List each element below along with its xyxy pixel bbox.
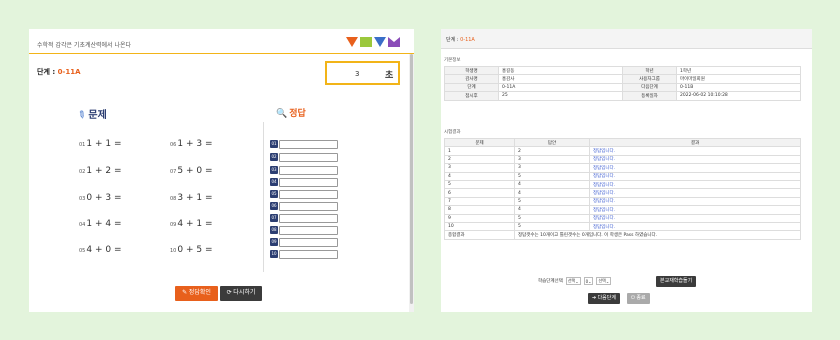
- table-row: 7 5 정답입니다.: [444, 196, 801, 207]
- table-row: 10 5 정답입니다.: [444, 221, 801, 232]
- table-row: 점시후 25 등록일자 2022-06-02 10:10:28: [444, 91, 801, 101]
- problem-item: 021 + 2 =: [79, 166, 122, 176]
- answer-input[interactable]: [279, 214, 338, 223]
- answer-number-badge: 01: [270, 140, 278, 148]
- quiz-panel: 수학적 감각은 기초계산력에서 나온다 단계 : 0-11A 3 초 ✎문제 🔍…: [29, 29, 414, 312]
- answer-number-badge: 03: [270, 166, 278, 174]
- answer-number-badge: 04: [270, 178, 278, 186]
- answer-input[interactable]: [279, 178, 338, 187]
- answer-number-badge: 09: [270, 238, 278, 246]
- problem-item: 054 + 0 =: [79, 245, 122, 255]
- answer-number-badge: 06: [270, 202, 278, 210]
- answer-number-badge: 10: [270, 250, 278, 258]
- next-level-button[interactable]: ➔ 다음단계: [588, 293, 620, 304]
- level-label: 단계 :: [37, 68, 58, 76]
- level-select-2[interactable]: 0 ⌄: [583, 277, 594, 285]
- table-header-row: 문제 답안 결과: [444, 137, 801, 148]
- basic-info-table: 학생명 홍길동 학년 1학년 감사명 홍감사 사용자그룹 마이마일회원 단계 0-11A 다음단…: [444, 65, 801, 101]
- table-row: 3 3 정답입니다.: [444, 163, 801, 173]
- answer-input[interactable]: [279, 202, 338, 211]
- magnifier-icon: 🔍: [276, 109, 288, 119]
- problem-item: 094 + 1 =: [170, 219, 213, 229]
- level-select-label: 학습단계선택: [538, 279, 563, 284]
- result-section-label: 시험결과: [444, 130, 461, 135]
- problem-item: 075 + 0 =: [170, 166, 213, 176]
- answer-number-badge: 08: [270, 226, 278, 234]
- question-heading: ✎문제: [74, 106, 107, 123]
- answer-number-badge: 07: [270, 214, 278, 222]
- problem-item: 100 + 5 =: [170, 245, 213, 255]
- result-panel: 단계 : 0-11A 기본정보 학생명 홍길동 학년 1학년 감사명 홍감사 사용자그룹 마…: [441, 29, 812, 312]
- timer-value: 3: [355, 70, 360, 78]
- table-row: 9 5 정답입니다.: [444, 213, 801, 223]
- level-indicator: 단계 : 0-11A: [37, 67, 81, 77]
- answer-divider: [263, 122, 264, 272]
- pencil-icon: ✎: [74, 108, 88, 123]
- brand-logo: [346, 37, 400, 47]
- basic-info-label: 기본정보: [444, 58, 461, 63]
- summary-row: 종합결과 정답갯수는 10개이고 틀린갯수는 0개입니다. 이 학생은 Pass …: [444, 230, 801, 240]
- table-row: 단계 0-11A 다음단계 0-11B: [444, 82, 801, 93]
- check-answer-button[interactable]: ✎ 정답확인: [175, 286, 218, 301]
- table-row: 8 4 정답입니다.: [444, 205, 801, 215]
- level-select-1[interactable]: 선택 ⌄: [565, 277, 581, 285]
- answer-heading-text: 정답: [289, 109, 306, 119]
- answer-input[interactable]: [279, 250, 338, 259]
- answer-input[interactable]: [279, 226, 338, 235]
- answer-number-badge: 05: [270, 190, 278, 198]
- table-row: 5 4 정답입니다.: [444, 179, 801, 190]
- end-button[interactable]: ⏻ 종료: [627, 293, 650, 304]
- problem-item: 083 + 1 =: [170, 193, 213, 203]
- level-value: 0-11A: [57, 68, 81, 76]
- app-subtitle: 수학적 감각은 기초계산력에서 나온다: [37, 42, 132, 49]
- problem-item: 041 + 4 =: [79, 219, 122, 229]
- result-title: 단계 : 0-11A: [446, 37, 475, 43]
- level-select-3[interactable]: 선택 ⌄: [596, 277, 612, 285]
- retry-button[interactable]: ⟳ 다시하기: [220, 286, 262, 301]
- timer-box: 3 초: [325, 61, 400, 85]
- table-row: 4 5 정답입니다.: [444, 171, 801, 181]
- scrollbar-thumb[interactable]: [410, 54, 413, 304]
- level-select-row: 학습단계선택 선택 ⌄ 0 ⌄ 선택 ⌄: [538, 277, 612, 285]
- problem-item: 030 + 3 =: [79, 193, 122, 203]
- header-bar: 수학적 감각은 기초계산력에서 나온다: [29, 29, 414, 54]
- result-table: 문제 답안 결과 1 2 정답입니다. 2 3 정답입니다. 3 3 정답입니다. 4 5 정답입니…: [444, 137, 801, 240]
- table-row: 6 4 정답입니다.: [444, 188, 801, 198]
- answer-heading: 🔍 정답: [276, 106, 306, 119]
- answer-input[interactable]: [279, 238, 338, 247]
- answer-input[interactable]: [279, 153, 338, 162]
- table-row: 학생명 홍길동 학년 1학년: [444, 65, 801, 76]
- review-textbook-button[interactable]: 본교재학습돌기: [656, 276, 697, 287]
- result-header-bar: 단계 : 0-11A: [441, 29, 812, 49]
- answer-number-badge: 02: [270, 153, 278, 161]
- timer-unit: 초: [385, 71, 394, 81]
- problem-item: 061 + 3 =: [170, 139, 213, 149]
- table-row: 1 2 정답입니다.: [444, 146, 801, 156]
- table-row: 감사명 홍감사 사용자그룹 마이마일회원: [444, 74, 801, 84]
- problem-item: 011 + 1 =: [79, 139, 122, 149]
- scrollbar[interactable]: [409, 54, 414, 312]
- table-row: 2 3 정답입니다.: [444, 154, 801, 165]
- answer-input[interactable]: [279, 190, 338, 199]
- answer-input[interactable]: [279, 166, 338, 175]
- answer-input[interactable]: [279, 140, 338, 149]
- question-heading-text: 문제: [88, 110, 107, 121]
